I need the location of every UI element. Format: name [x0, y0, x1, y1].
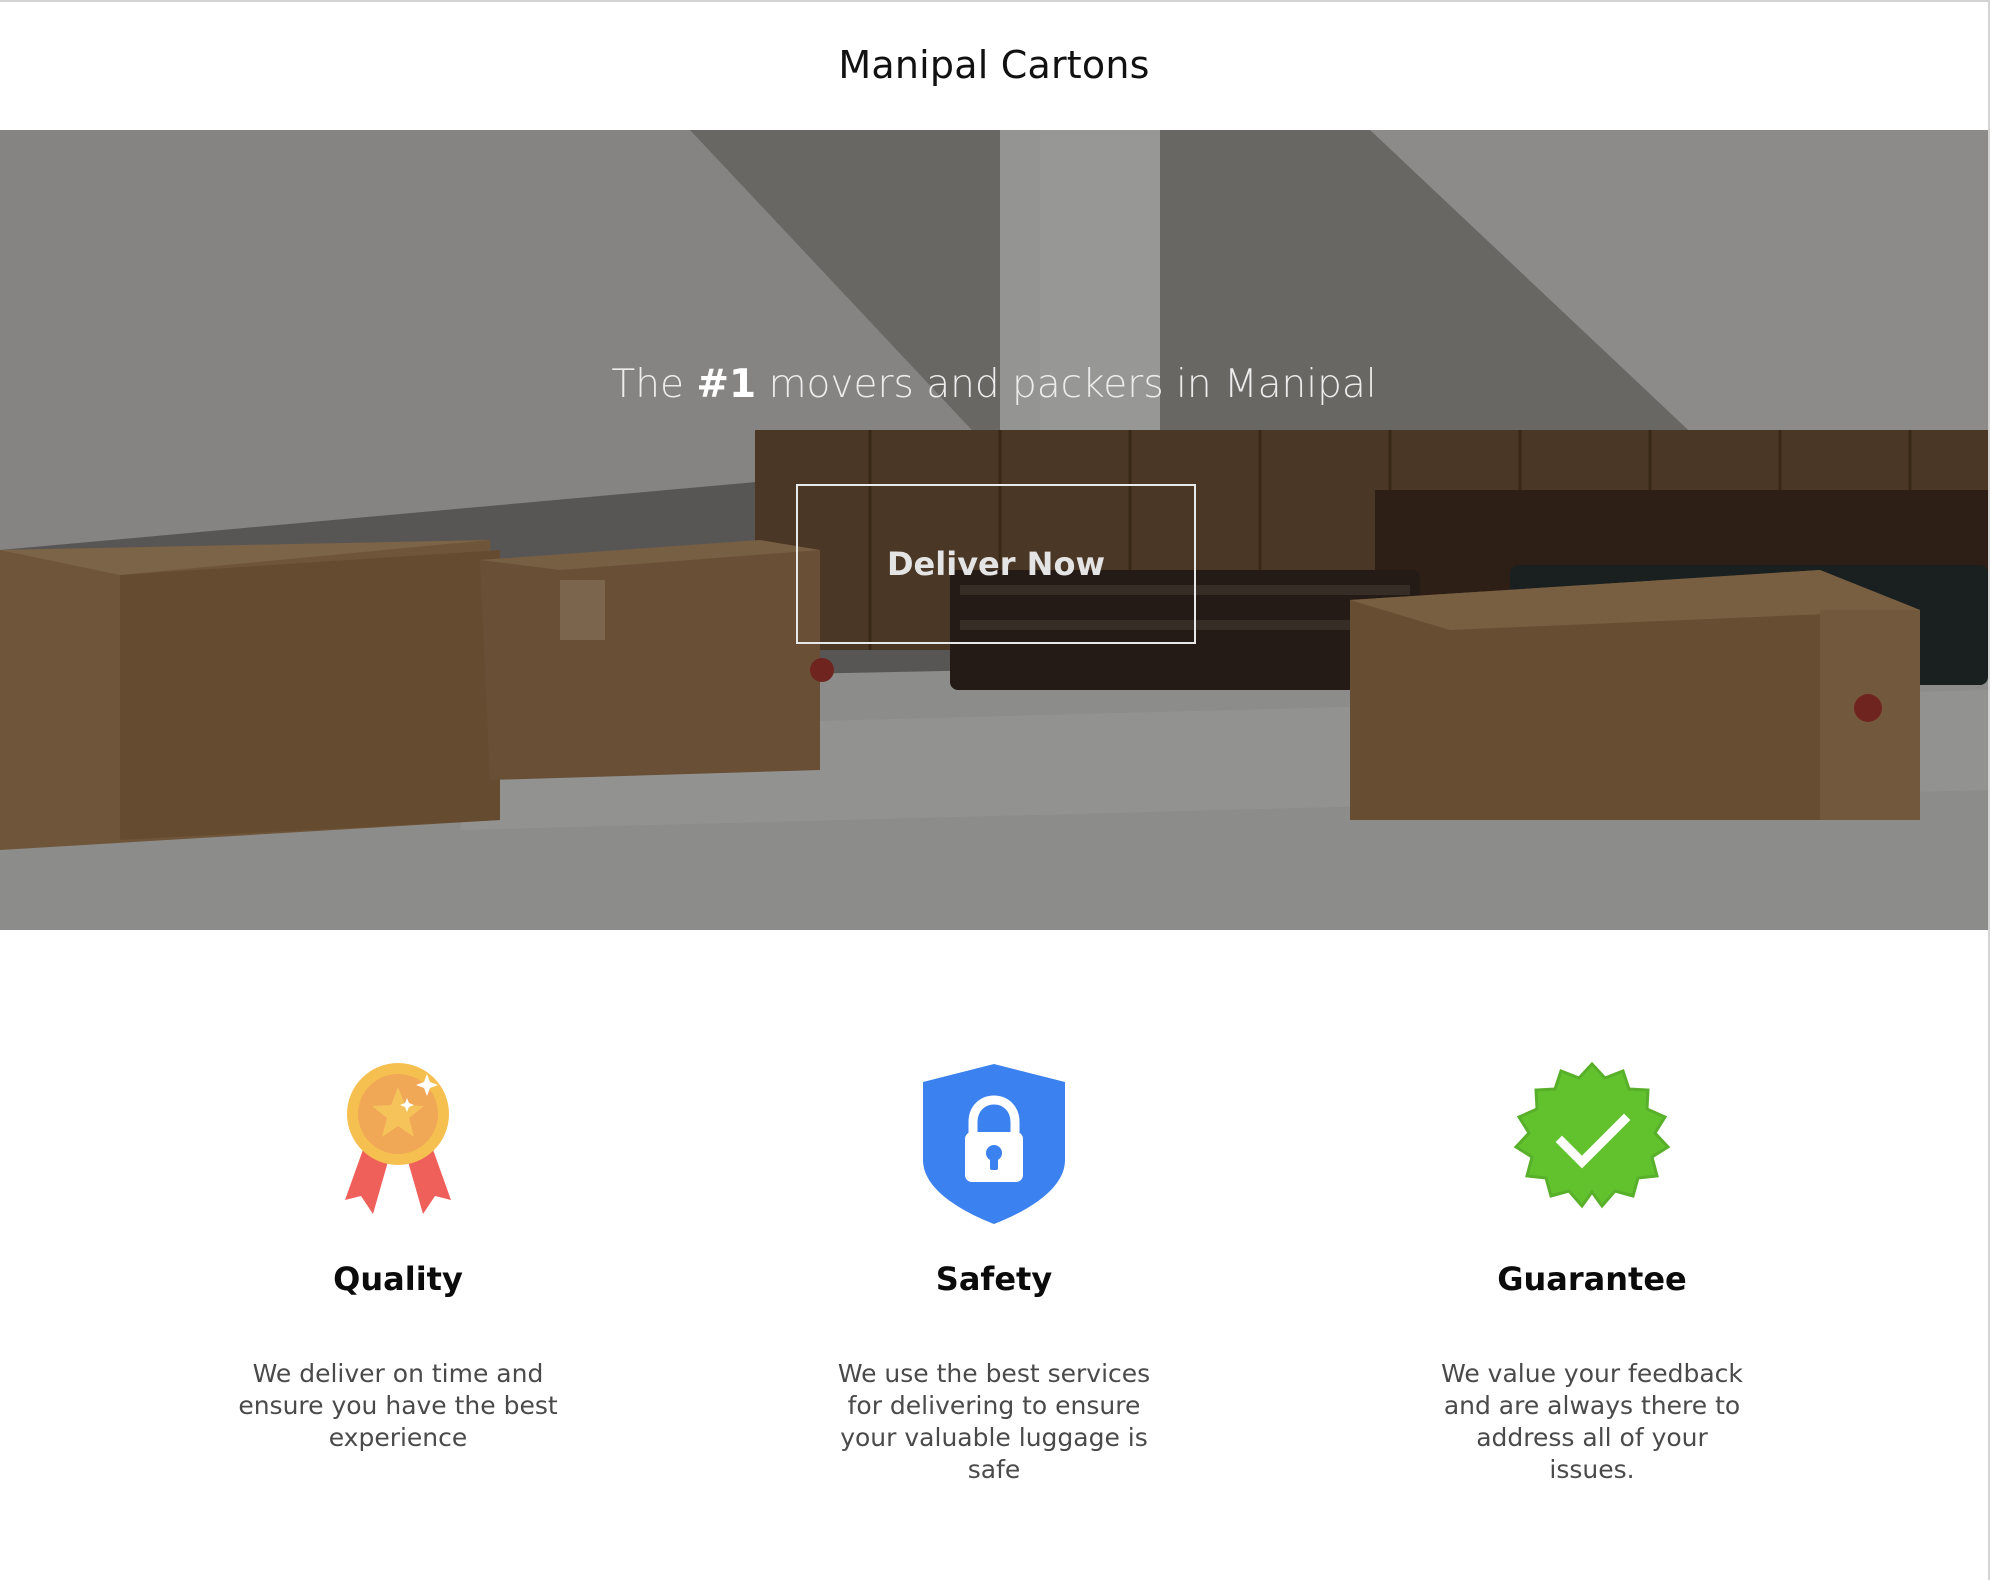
- hero-heading-prefix: The: [611, 362, 697, 407]
- hero-heading-bold: #1: [696, 362, 757, 407]
- hero-section: The #1 movers and packers in Manipal Del…: [0, 130, 1988, 930]
- features-section: Quality We deliver on time and ensure yo…: [0, 930, 1988, 1580]
- feature-title: Guarantee: [1497, 1260, 1687, 1298]
- deliver-now-button[interactable]: Deliver Now: [796, 484, 1196, 644]
- hero-heading-suffix: movers and packers in Manipal: [756, 362, 1377, 407]
- verified-badge-icon: [1382, 1062, 1802, 1222]
- medal-icon: [188, 1062, 608, 1222]
- feature-description: We value your feedback and are always th…: [1441, 1359, 1743, 1484]
- brand-title[interactable]: Manipal Cartons: [838, 43, 1149, 87]
- site-header: Manipal Cartons: [0, 2, 1988, 130]
- feature-description: We use the best services for delivering …: [837, 1359, 1151, 1484]
- hero-heading: The #1 movers and packers in Manipal: [0, 362, 1988, 407]
- feature-title: Safety: [935, 1260, 1053, 1298]
- shield-lock-icon: [784, 1062, 1204, 1226]
- feature-description: We deliver on time and ensure you have t…: [238, 1359, 558, 1452]
- feature-title: Quality: [333, 1260, 463, 1298]
